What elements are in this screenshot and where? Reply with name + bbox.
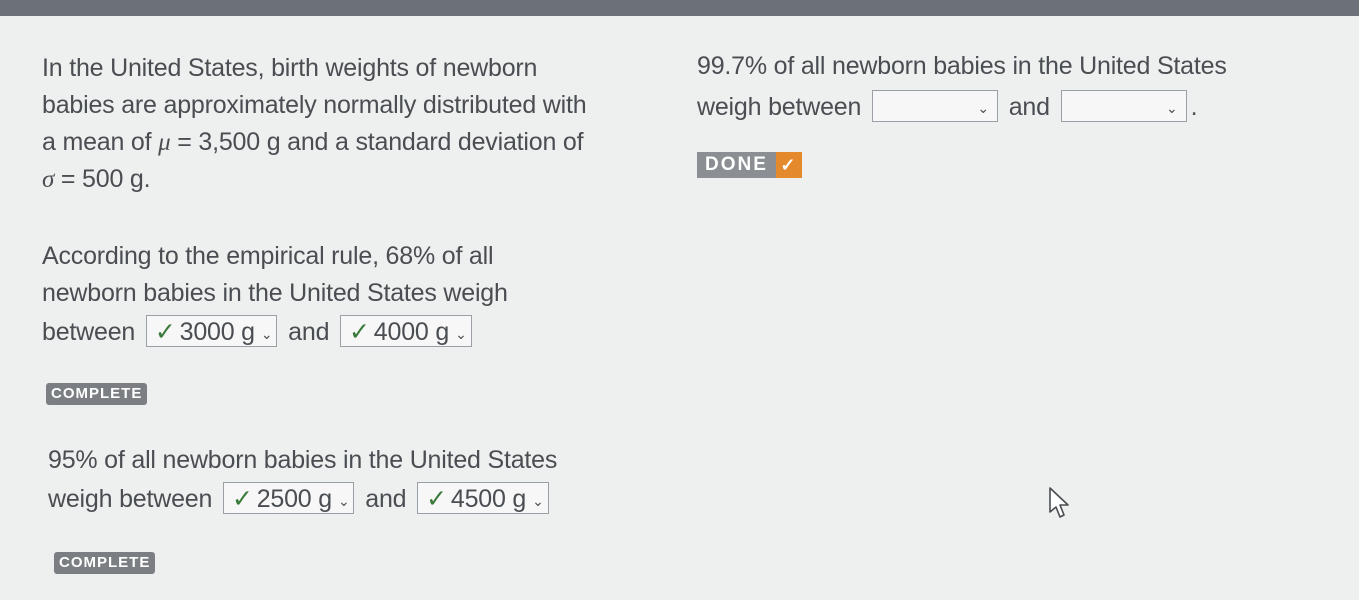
lower-bound-select-68[interactable]: ✓ 3000 g ⌄ (145, 315, 278, 348)
check-icon: ✓ (231, 485, 253, 514)
lower-bound-select-95[interactable]: ✓ 2500 g ⌄ (222, 482, 355, 515)
selected-value: 4000 g (373, 318, 450, 347)
question-text: According to the empirical rule, 68% of … (42, 238, 662, 351)
question-line: weigh between ✓ 2500 g ⌄ and ✓ 4500 g ⌄ (48, 481, 662, 518)
intro-line: a mean of μ = 3,500 g and a standard dev… (42, 124, 662, 161)
intro-line: babies are approximately normally distri… (42, 91, 587, 119)
sigma-symbol: σ (42, 166, 55, 193)
done-label: DONE (697, 152, 776, 178)
selected-value: 3000 g (179, 318, 255, 347)
check-icon: ✓ (426, 485, 447, 514)
problem-intro: In the United States, birth weights of n… (42, 50, 662, 198)
upper-bound-select-95[interactable]: ✓ 4500 g ⌄ (417, 482, 549, 515)
status-badge: COMPLETE (54, 552, 156, 574)
question-line: between ✓ 3000 g ⌄ and ✓ 4000 g ⌄ (42, 314, 662, 351)
chevron-down-icon: ⌄ (337, 492, 350, 509)
question-text: 95% of all newborn babies in the United … (42, 442, 662, 518)
mu-symbol: μ (158, 129, 171, 156)
question-68: According to the empirical rule, 68% of … (42, 238, 662, 405)
intro-text: = 3,500 g and a standard deviation of (170, 128, 584, 156)
between-label: weigh between (48, 485, 213, 513)
question-95: 95% of all newborn babies in the United … (42, 442, 662, 574)
selected-value: 2500 g (256, 485, 332, 514)
question-line: newborn babies in the United States weig… (42, 279, 508, 307)
lower-bound-select-997[interactable]: ⌄ (871, 90, 998, 123)
question-997: 99.7% of all newborn babies in the Unite… (697, 48, 1337, 126)
upper-bound-select-997[interactable]: ⌄ (1060, 90, 1187, 123)
top-bar (0, 0, 1359, 16)
done-button[interactable]: DONE ✓ (697, 152, 802, 178)
and-label: and (365, 485, 407, 513)
and-label: and (288, 318, 330, 346)
question-line: weigh between ⌄ and ⌄. (697, 89, 1337, 126)
question-line: 99.7% of all newborn babies in the Unite… (697, 52, 1227, 80)
between-label: weigh between (697, 93, 862, 121)
check-icon: ✓ (154, 318, 176, 347)
selected-value: 4500 g (450, 485, 527, 514)
upper-bound-select-68[interactable]: ✓ 4000 g ⌄ (340, 315, 472, 348)
intro-line: In the United States, birth weights of n… (42, 54, 538, 82)
chevron-down-icon: ⌄ (1166, 100, 1178, 117)
right-column: 99.7% of all newborn babies in the Unite… (697, 48, 1337, 178)
intro-line: σ = 500 g. (42, 161, 662, 198)
chevron-down-icon: ⌄ (977, 100, 989, 117)
check-icon: ✓ (775, 152, 802, 178)
left-column: In the United States, birth weights of n… (42, 50, 662, 574)
problem-page: In the United States, birth weights of n… (0, 16, 1359, 600)
chevron-down-icon: ⌄ (532, 492, 544, 509)
check-icon: ✓ (349, 318, 370, 347)
and-label: and (1008, 93, 1050, 121)
question-line: 95% of all newborn babies in the United … (48, 446, 558, 474)
intro-text: = 500 g. (54, 165, 151, 193)
intro-text: a mean of (42, 128, 159, 156)
chevron-down-icon: ⌄ (260, 325, 273, 342)
between-label: between (42, 318, 136, 346)
mouse-cursor-icon (1049, 487, 1069, 518)
question-line: According to the empirical rule, 68% of … (42, 242, 494, 270)
period: . (1190, 93, 1198, 121)
status-badge: COMPLETE (46, 383, 148, 405)
chevron-down-icon: ⌄ (455, 325, 467, 342)
